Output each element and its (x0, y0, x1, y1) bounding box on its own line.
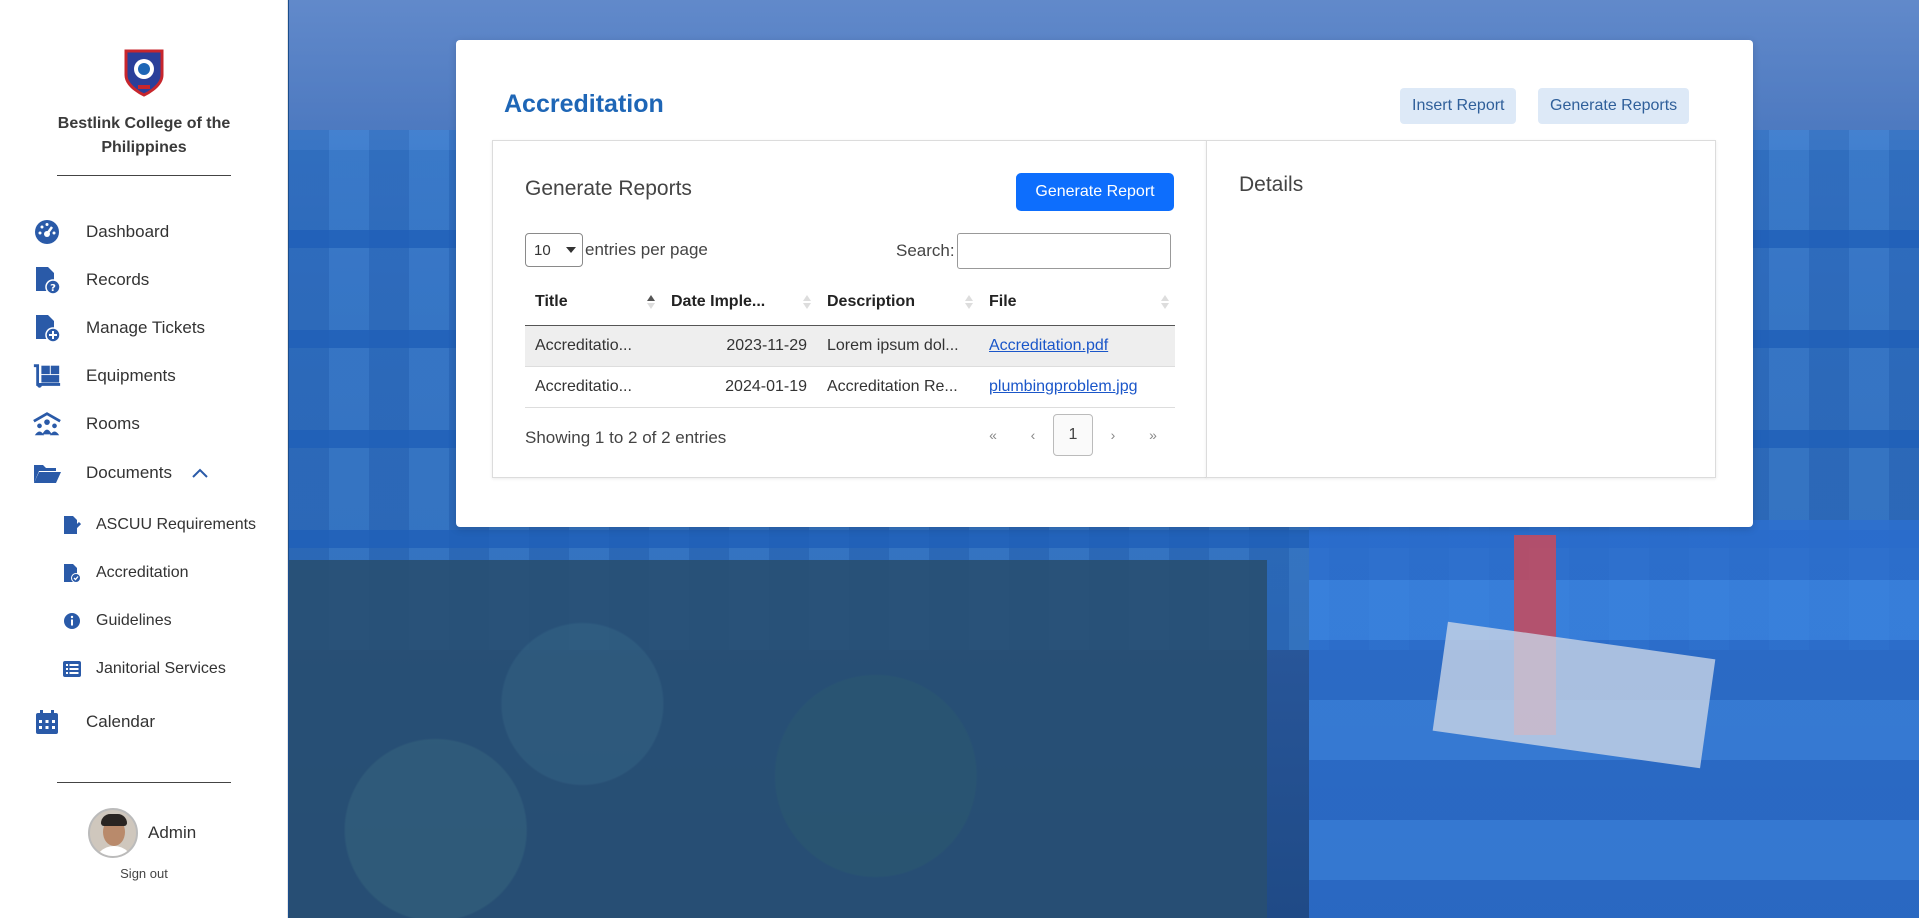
chevron-down-icon (566, 247, 576, 253)
table-header-row: Title Date Imple... Description File (525, 279, 1175, 326)
sidebar-item-records[interactable]: ? Records (32, 262, 149, 298)
sidebar-item-manage-tickets[interactable]: Manage Tickets (32, 310, 205, 346)
college-logo-icon (124, 49, 164, 97)
sort-icon (803, 295, 811, 309)
sidebar-item-rooms[interactable]: Rooms (32, 406, 140, 442)
table-row[interactable]: Accreditatio... 2023-11-29 Lorem ipsum d… (525, 325, 1175, 367)
divider (57, 175, 231, 176)
dashboard-gauge-icon (32, 217, 62, 247)
cell-description: Lorem ipsum dol... (817, 325, 979, 367)
cell-file: plumbingproblem.jpg (979, 366, 1175, 408)
column-header-description[interactable]: Description (817, 279, 979, 326)
file-check-icon (62, 563, 82, 583)
main-card: Accreditation Insert Report Generate Rep… (456, 40, 1753, 527)
info-circle-icon (62, 611, 82, 631)
cell-date: 2024-01-19 (661, 366, 817, 408)
sort-icon (965, 295, 973, 309)
sign-out-link[interactable]: Sign out (100, 866, 188, 881)
search-input[interactable] (956, 233, 1171, 269)
avatar (88, 808, 138, 858)
cell-date: 2023-11-29 (661, 325, 817, 367)
college-name: Bestlink College of the Philippines (57, 115, 231, 156)
cell-file: Accreditation.pdf (979, 325, 1175, 367)
details-panel: Details (1206, 140, 1716, 478)
table-info: Showing 1 to 2 of 2 entries (525, 428, 727, 447)
sidebar-subitem-label: Guidelines (96, 612, 172, 629)
cell-title: Accreditatio... (525, 325, 661, 367)
pagination-next[interactable]: › (1093, 414, 1133, 456)
pagination-prev[interactable]: ‹ (1013, 414, 1053, 456)
chevron-up-icon[interactable] (190, 466, 210, 480)
file-pen-icon (62, 515, 82, 535)
cell-description: Accreditation Re... (817, 366, 979, 408)
column-header-date-implemented[interactable]: Date Imple... (661, 279, 817, 326)
generate-reports-button[interactable]: Generate Reports (1538, 88, 1690, 124)
file-question-icon: ? (32, 265, 62, 295)
generate-reports-panel: Generate Reports Generate Report 10 entr… (492, 140, 1207, 478)
divider (57, 782, 231, 783)
sort-asc-icon (647, 295, 655, 309)
svg-text:?: ? (50, 283, 56, 294)
insert-report-button[interactable]: Insert Report (1400, 88, 1517, 124)
people-roof-icon (32, 409, 62, 439)
table-search: Search: (896, 233, 1171, 269)
entries-per-page: 10 entries per page (525, 233, 708, 267)
generate-report-button[interactable]: Generate Report (1016, 173, 1174, 211)
pagination-last[interactable]: » (1133, 414, 1173, 456)
sidebar-item-equipments[interactable]: Equipments (32, 358, 176, 394)
search-label: Search: (896, 241, 955, 260)
pagination-page[interactable]: 1 (1053, 414, 1093, 456)
entries-per-page-label: entries per page (585, 240, 708, 259)
panel-title: Details (1239, 173, 1304, 196)
file-link[interactable]: Accreditation.pdf (989, 337, 1108, 354)
sidebar-item-label: Calendar (86, 712, 155, 731)
sidebar-item-label: Manage Tickets (86, 318, 206, 337)
sidebar-item-label: Dashboard (86, 222, 170, 241)
sidebar-subitem-guidelines[interactable]: Guidelines (62, 605, 172, 637)
sidebar-subitem-janitorial-services[interactable]: Janitorial Services (62, 653, 226, 685)
table-row[interactable]: Accreditatio... 2024-01-19 Accreditation… (525, 366, 1175, 408)
panel-title: Generate Reports (525, 177, 692, 200)
user-name: Admin (148, 823, 197, 842)
sidebar-item-dashboard[interactable]: Dashboard (32, 214, 169, 250)
pagination: « ‹ 1 › » (973, 414, 1173, 456)
sidebar-subitem-ascuu-requirements[interactable]: ASCUU Requirements (62, 509, 256, 541)
sidebar-subitem-label: Accreditation (96, 564, 189, 581)
sidebar-item-label: Records (86, 270, 150, 289)
reports-table: Title Date Imple... Description File Acc… (525, 279, 1175, 408)
column-header-title[interactable]: Title (525, 279, 661, 326)
sidebar-item-calendar[interactable]: Calendar (32, 704, 155, 740)
entries-per-page-select[interactable]: 10 (525, 233, 583, 267)
sidebar-subitem-label: ASCUU Requirements (96, 516, 257, 533)
cell-title: Accreditatio... (525, 366, 661, 408)
sidebar: Bestlink College of the Philippines Dash… (0, 0, 288, 918)
dolly-boxes-icon (32, 361, 62, 391)
page-title: Accreditation (504, 90, 664, 118)
sort-icon (1161, 295, 1169, 309)
calendar-icon (32, 707, 62, 737)
sidebar-item-label: Rooms (86, 414, 140, 433)
sidebar-item-label: Equipments (86, 366, 176, 385)
sidebar-item-documents[interactable]: Documents (32, 455, 210, 491)
folder-open-icon (32, 458, 62, 488)
file-plus-icon (32, 313, 62, 343)
list-icon (62, 659, 82, 679)
sidebar-subitem-accreditation[interactable]: Accreditation (62, 557, 189, 589)
sidebar-subitem-label: Janitorial Services (96, 660, 226, 677)
pagination-first[interactable]: « (973, 414, 1013, 456)
column-header-file[interactable]: File (979, 279, 1175, 326)
file-link[interactable]: plumbingproblem.jpg (989, 378, 1138, 395)
sidebar-item-label: Documents (86, 463, 172, 482)
user-profile: Admin (88, 808, 196, 858)
